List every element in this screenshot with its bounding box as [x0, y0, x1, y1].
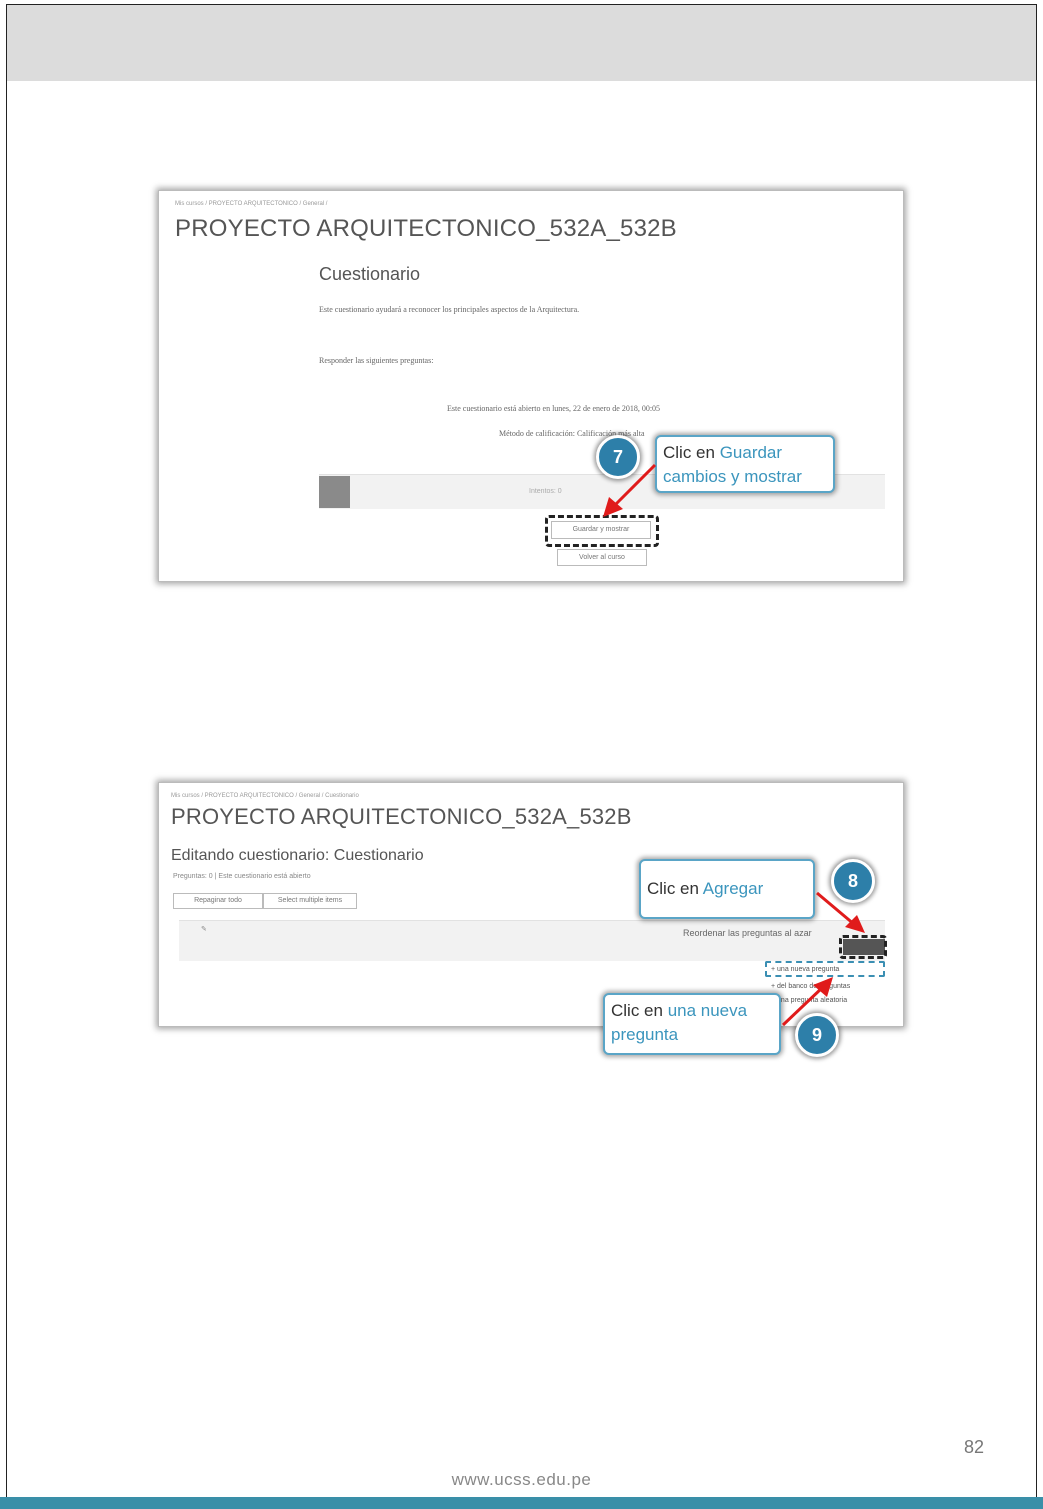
footer-url[interactable]: www.ucss.edu.pe [0, 1470, 1043, 1490]
back-to-course-button[interactable]: Volver al curso [557, 549, 647, 566]
course-title: PROYECTO ARQUITECTONICO_532A_532B [175, 215, 677, 242]
edit-quiz-title: Editando cuestionario: Cuestionario [171, 847, 424, 864]
footer-band [0, 1497, 1043, 1509]
callout-new-question: Clic en una nueva pregunta [603, 993, 781, 1055]
callout-save-prefix: Clic en [663, 443, 720, 462]
arrow-9-shaft [781, 985, 825, 1027]
header-band [7, 5, 1036, 81]
reorder-shuffle-text[interactable]: Reordenar las preguntas al azar [683, 928, 812, 938]
quiz-instruction: Responder las siguientes preguntas: [319, 356, 434, 365]
questions-info: Preguntas: 0 | Este cuestionario está ab… [173, 873, 311, 880]
screenshot-quiz-view: Mis cursos / PROYECTO ARQUITECTONICO / G… [158, 190, 904, 582]
attempts-text: Intentos: 0 [529, 488, 562, 495]
section-bar [179, 920, 885, 961]
section-edit-icon[interactable]: ✎ [201, 925, 207, 933]
select-multiple-button[interactable]: Select multiple items [263, 893, 357, 909]
arrow-to-add-icon [816, 891, 865, 933]
callout-add-highlight: Agregar [702, 879, 764, 898]
callout-add: Clic en Agregar [639, 859, 815, 919]
page-number: 82 [964, 1437, 985, 1457]
arrow-7-shaft [611, 463, 657, 509]
breadcrumb[interactable]: Mis cursos / PROYECTO ARQUITECTONICO / G… [175, 201, 327, 207]
callout-add-prefix: Clic en [647, 879, 703, 898]
callout-save: Clic en Guardar cambios y mostrar [655, 435, 835, 493]
quiz-intro: Este cuestionario ayudará a reconocer lo… [319, 305, 580, 314]
course-title: PROYECTO ARQUITECTONICO_532A_532B [171, 804, 632, 829]
arrow-to-save-icon [603, 463, 657, 517]
breadcrumb[interactable]: Mis cursos / PROYECTO ARQUITECTONICO / G… [171, 793, 359, 799]
screenshot-edit-quiz: Mis cursos / PROYECTO ARQUITECTONICO / G… [158, 782, 904, 1057]
open-notice: Este cuestionario está abierto en lunes,… [447, 404, 661, 413]
callout-new-prefix: Clic en [611, 1001, 668, 1020]
repaginate-button[interactable]: Repaginar todo [173, 893, 263, 909]
arrow-8-shaft [816, 891, 856, 927]
quiz-title: Cuestionario [319, 264, 421, 284]
block-handle [319, 476, 350, 508]
arrow-to-new-question-icon [781, 977, 833, 1027]
